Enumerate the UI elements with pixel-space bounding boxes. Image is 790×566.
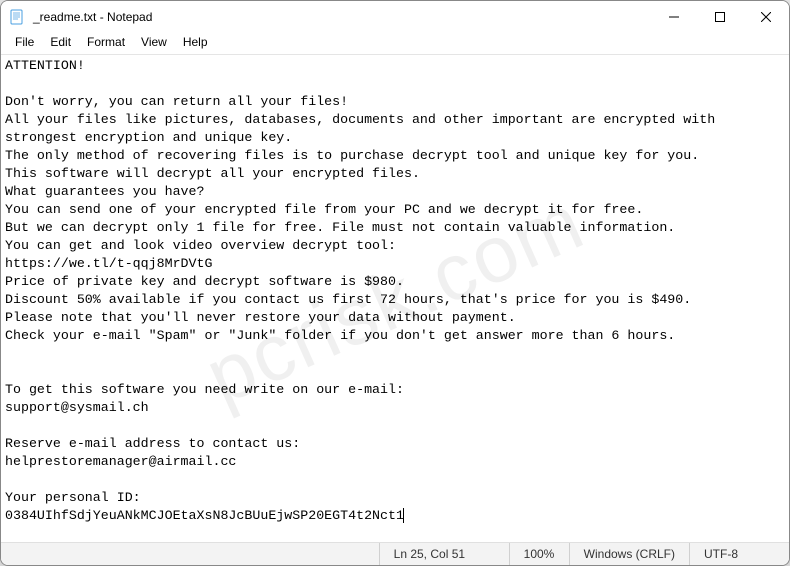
notepad-icon (9, 9, 25, 25)
editor-area[interactable]: pcrisk.com ATTENTION! Don't worry, you c… (1, 55, 789, 542)
menu-edit[interactable]: Edit (42, 33, 79, 54)
window-controls (651, 1, 789, 33)
titlebar: _readme.txt - Notepad (1, 1, 789, 33)
menu-view[interactable]: View (133, 33, 175, 54)
menu-file[interactable]: File (7, 33, 42, 54)
status-zoom: 100% (509, 543, 569, 565)
maximize-button[interactable] (697, 1, 743, 33)
window-title: _readme.txt - Notepad (33, 10, 651, 24)
minimize-button[interactable] (651, 1, 697, 33)
document-text: ATTENTION! Don't worry, you can return a… (5, 58, 723, 523)
status-cursor: Ln 25, Col 51 (379, 543, 509, 565)
menu-format[interactable]: Format (79, 33, 133, 54)
text-content[interactable]: ATTENTION! Don't worry, you can return a… (5, 57, 785, 525)
menu-help[interactable]: Help (175, 33, 216, 54)
menubar: File Edit Format View Help (1, 33, 789, 55)
notepad-window: _readme.txt - Notepad File Edit Format V… (0, 0, 790, 566)
status-encoding: UTF-8 (689, 543, 789, 565)
statusbar: Ln 25, Col 51 100% Windows (CRLF) UTF-8 (1, 542, 789, 565)
text-caret (403, 508, 404, 523)
close-button[interactable] (743, 1, 789, 33)
status-lineending: Windows (CRLF) (569, 543, 689, 565)
